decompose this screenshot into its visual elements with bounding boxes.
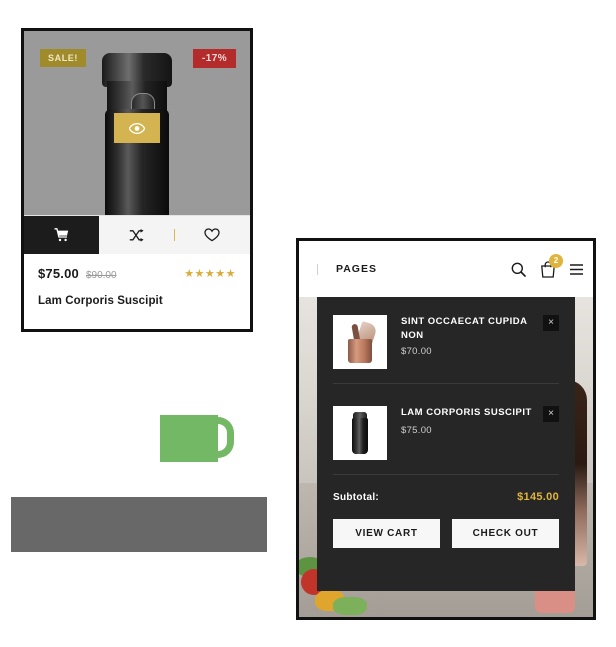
cart-item-thumbnail[interactable] — [333, 406, 387, 460]
subtotal-label: Subtotal: — [333, 491, 380, 503]
search-icon — [511, 262, 526, 277]
quick-view-button[interactable] — [114, 113, 160, 143]
search-button[interactable] — [511, 262, 526, 277]
cart-item-details: LAM CORPORIS SUSCIPIT × $75.00 — [387, 406, 559, 436]
cart-widget-screenshot[interactable]: PAGES 2 SINT OCCAECAT CUPIDA NON × $70.0… — [296, 238, 596, 620]
product-image-area[interactable]: SALE! -17% — [24, 31, 250, 215]
backdrop-greens — [333, 597, 367, 615]
current-price: $75.00 — [38, 266, 79, 281]
product-card[interactable]: SALE! -17% $75.00 $90.00 ★★★★★ Lam Corpo… — [21, 28, 253, 332]
cart-item-name[interactable]: SINT OCCAECAT CUPIDA NON — [401, 315, 535, 343]
product-info: $75.00 $90.00 ★★★★★ Lam Corporis Suscipi… — [24, 254, 250, 307]
checkout-button[interactable]: CHECK OUT — [452, 519, 559, 548]
nav-item-pages[interactable]: PAGES — [336, 263, 377, 275]
cart-item-details: SINT OCCAECAT CUPIDA NON × $70.00 — [387, 315, 559, 357]
cart-item-top-row: SINT OCCAECAT CUPIDA NON × — [401, 315, 559, 343]
cart-item-thumbnail[interactable] — [333, 315, 387, 369]
hamburger-menu-icon — [570, 263, 583, 275]
menu-button[interactable] — [570, 263, 583, 275]
cart-item-price: $70.00 — [401, 345, 432, 357]
tumbler-thumb-body — [352, 418, 368, 454]
cart-item-top-row: LAM CORPORIS SUSCIPIT × — [401, 406, 559, 422]
cart-action-buttons[interactable]: VIEW CART CHECK OUT — [333, 519, 559, 564]
cart-button[interactable]: 2 — [540, 253, 563, 278]
cart-item[interactable]: SINT OCCAECAT CUPIDA NON × $70.00 — [333, 311, 559, 384]
subtotal-row: Subtotal: $145.00 — [333, 487, 559, 519]
header-actions[interactable]: 2 — [511, 253, 583, 278]
price-rating-row: $75.00 $90.00 ★★★★★ — [38, 266, 236, 281]
wishlist-button[interactable] — [175, 216, 250, 254]
nav-divider — [317, 263, 318, 275]
utensil-pot-shape — [348, 339, 372, 363]
compare-button[interactable] — [99, 216, 175, 254]
cart-item-name[interactable]: LAM CORPORIS SUSCIPIT — [401, 406, 535, 420]
product-action-bar[interactable] — [24, 215, 250, 254]
add-to-cart-button[interactable] — [24, 216, 100, 254]
heart-icon — [204, 228, 220, 242]
green-mug-shape — [160, 415, 236, 462]
star-rating: ★★★★★ — [184, 268, 236, 280]
cart-item[interactable]: LAM CORPORIS SUSCIPIT × $75.00 — [333, 396, 559, 475]
gray-placeholder-block — [11, 497, 267, 552]
cart-icon — [54, 228, 69, 242]
remove-item-button[interactable]: × — [543, 406, 559, 422]
eye-icon — [129, 122, 145, 134]
green-mug-handle — [210, 417, 234, 458]
price-group: $75.00 $90.00 — [38, 266, 117, 281]
view-cart-button[interactable]: VIEW CART — [333, 519, 440, 548]
subtotal-value: $145.00 — [517, 491, 559, 503]
sale-badge: SALE! — [40, 49, 86, 67]
original-price: $90.00 — [85, 270, 117, 281]
site-header[interactable]: PAGES 2 — [299, 241, 593, 297]
mini-cart-dropdown[interactable]: SINT OCCAECAT CUPIDA NON × $70.00 LAM CO… — [317, 297, 575, 591]
cart-count-badge: 2 — [549, 253, 563, 268]
shuffle-icon — [129, 228, 145, 242]
remove-item-button[interactable]: × — [543, 315, 559, 331]
cart-item-price: $75.00 — [401, 425, 432, 436]
product-title[interactable]: Lam Corporis Suscipit — [38, 295, 236, 307]
discount-badge: -17% — [193, 49, 236, 68]
